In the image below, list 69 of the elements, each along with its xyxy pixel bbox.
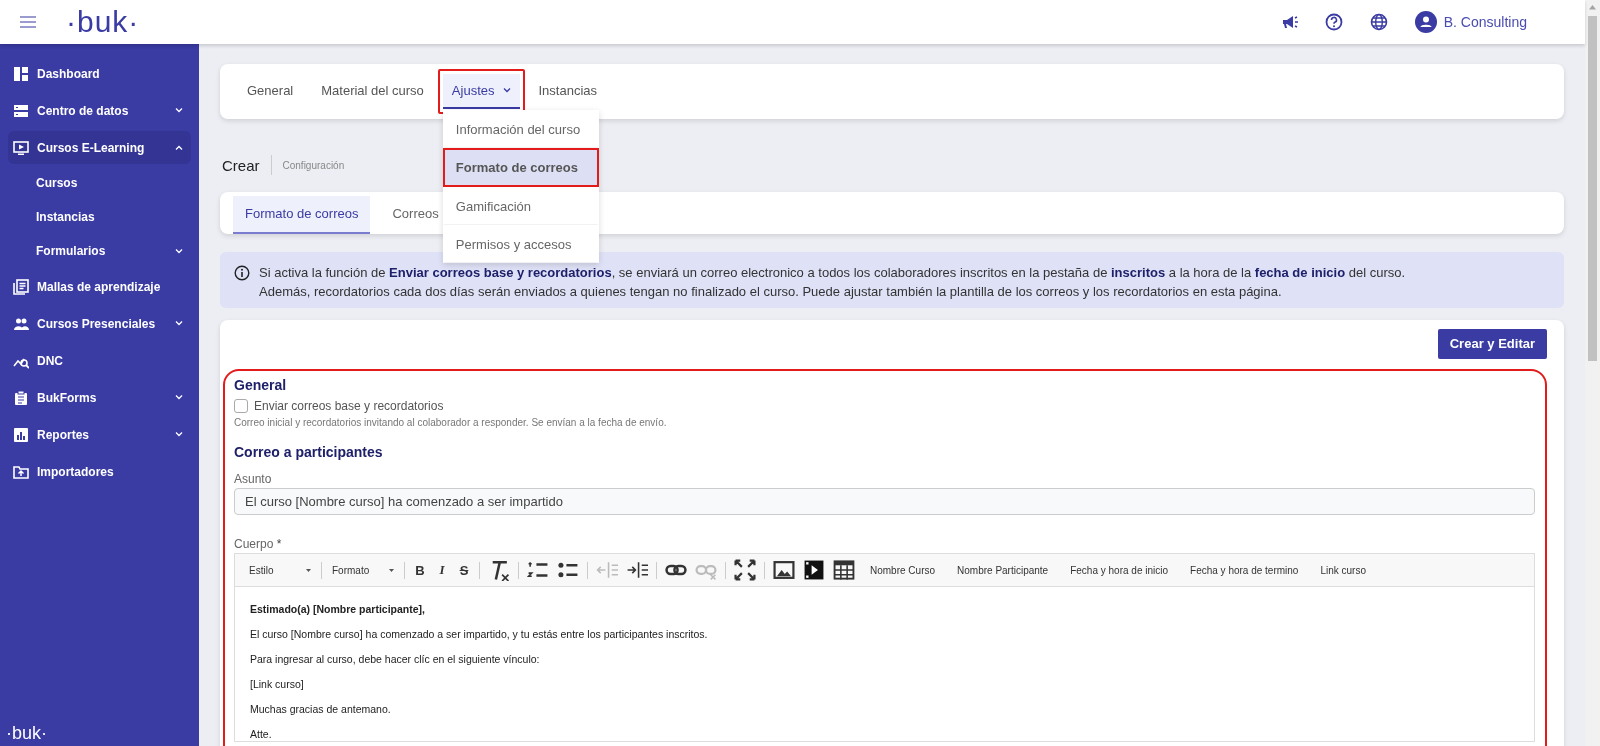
globe-icon[interactable] [1369,13,1388,31]
email-paragraph: Muchas gracias de antemano. [250,702,392,716]
menu-item[interactable]: Formato de correos [442,148,599,187]
caret-down-icon [389,568,394,572]
bold-button[interactable]: B [409,559,431,581]
nav-item[interactable]: Cursos Presenciales [8,305,191,342]
nav-item[interactable]: Centro de datos [8,92,191,129]
field-label: Cuerpo * [234,537,283,551]
field-label: Asunto [234,472,273,486]
italic-button[interactable]: I [431,559,453,581]
nav-subitem[interactable]: Instancias [8,200,191,234]
maximize-icon[interactable] [734,559,756,581]
checkbox[interactable] [234,399,248,413]
info-icon [234,265,250,281]
footer-logo: ·buk· [6,724,48,745]
email-paragraph: Atte. [250,727,273,741]
help-text: Correo inicial y recordatorios invitando al colaborador a responder. Se envían a la fecha de envío. [234,417,668,428]
server-icon [13,102,29,119]
format-dropdown[interactable]: Formato [326,559,400,581]
subject-field[interactable]: El curso [Nombre curso] ha comenzado a ser impartido [234,488,1535,515]
film-icon[interactable] [803,559,825,581]
nav-item[interactable]: Mallas de aprendizaje [8,268,191,305]
section-title: General [234,377,288,393]
nav-item[interactable]: Importadores [8,453,191,490]
help-icon[interactable] [1324,13,1343,31]
tab[interactable]: Formato de correos [233,196,371,234]
placeholder-button[interactable]: Link curso [1309,564,1377,576]
placeholder-button[interactable]: Nombre Participante [946,564,1060,576]
nav-item[interactable]: Dashboard [8,55,191,92]
placeholder-button[interactable]: Fecha y hora de termino [1179,564,1310,576]
create-edit-button[interactable]: Crear y Editar [1437,329,1547,359]
checkbox-label[interactable]: Enviar correos base y recordatorios [254,399,444,413]
logo: ·buk· [66,7,140,37]
email-paragraph: [Link curso] [250,677,305,691]
video-icon [13,139,29,156]
placeholder-button[interactable]: Fecha y hora de inicio [1059,564,1180,576]
nav-subitem[interactable]: Formularios [8,234,191,268]
strikethrough-button[interactable]: S [453,559,475,581]
user-name[interactable]: B. Consulting [1443,14,1527,30]
tab[interactable]: Material del curso [307,69,438,114]
page-title: Crear [222,156,260,174]
placeholder-button[interactable]: Nombre Curso [859,564,947,576]
indent-icon[interactable] [626,559,648,581]
bar-chart-icon [13,426,29,443]
email-paragraph: Estimado(a) [Nombre participante], [250,602,427,616]
avatar-icon[interactable] [1414,11,1437,33]
nav-item[interactable]: Reportes [8,416,191,453]
tab[interactable]: General [233,69,308,114]
caret-down-icon [306,568,311,572]
dashboard-icon [13,65,29,82]
info-text: Además, recordatorios cada dos días serán enviados a quienes tengan no finalizado el curso. Puede ajustar también la plantilla de los correos y los recordatorios en esta página. [259,284,1283,299]
email-paragraph: Para ingresar al curso, debe hacer clíc en el siguiente vínculo: [250,652,541,666]
menu-icon[interactable] [20,15,36,29]
nav-item[interactable]: Cursos E-Learning [8,131,191,164]
folder-upload-icon [13,463,29,480]
breadcrumb: Configuración [282,159,345,171]
list-icon [13,278,29,295]
megaphone-icon[interactable] [1281,15,1298,29]
caret-down-icon [502,88,511,93]
nav-subitem[interactable]: Cursos [8,166,191,200]
nav-item[interactable]: DNC [8,342,191,379]
email-paragraph: El curso [Nombre curso] ha comenzado a ser impartido, y tu estás entre los participantes inscritos. [250,627,709,641]
info-text: Si activa la función de Enviar correos base y recordatorios, se enviará un correo electronico a todos los colaboradores inscritos en la pestaña de inscritos a la hora de la fecha de inicio del curso. [259,265,1406,280]
nav-item[interactable]: BukForms [8,379,191,416]
table-icon[interactable] [833,559,855,581]
format-dropdown[interactable]: Estilo [243,559,317,581]
clipboard-icon [13,389,29,406]
section-title: Correo a participantes [234,444,384,460]
image-icon[interactable] [773,559,795,581]
